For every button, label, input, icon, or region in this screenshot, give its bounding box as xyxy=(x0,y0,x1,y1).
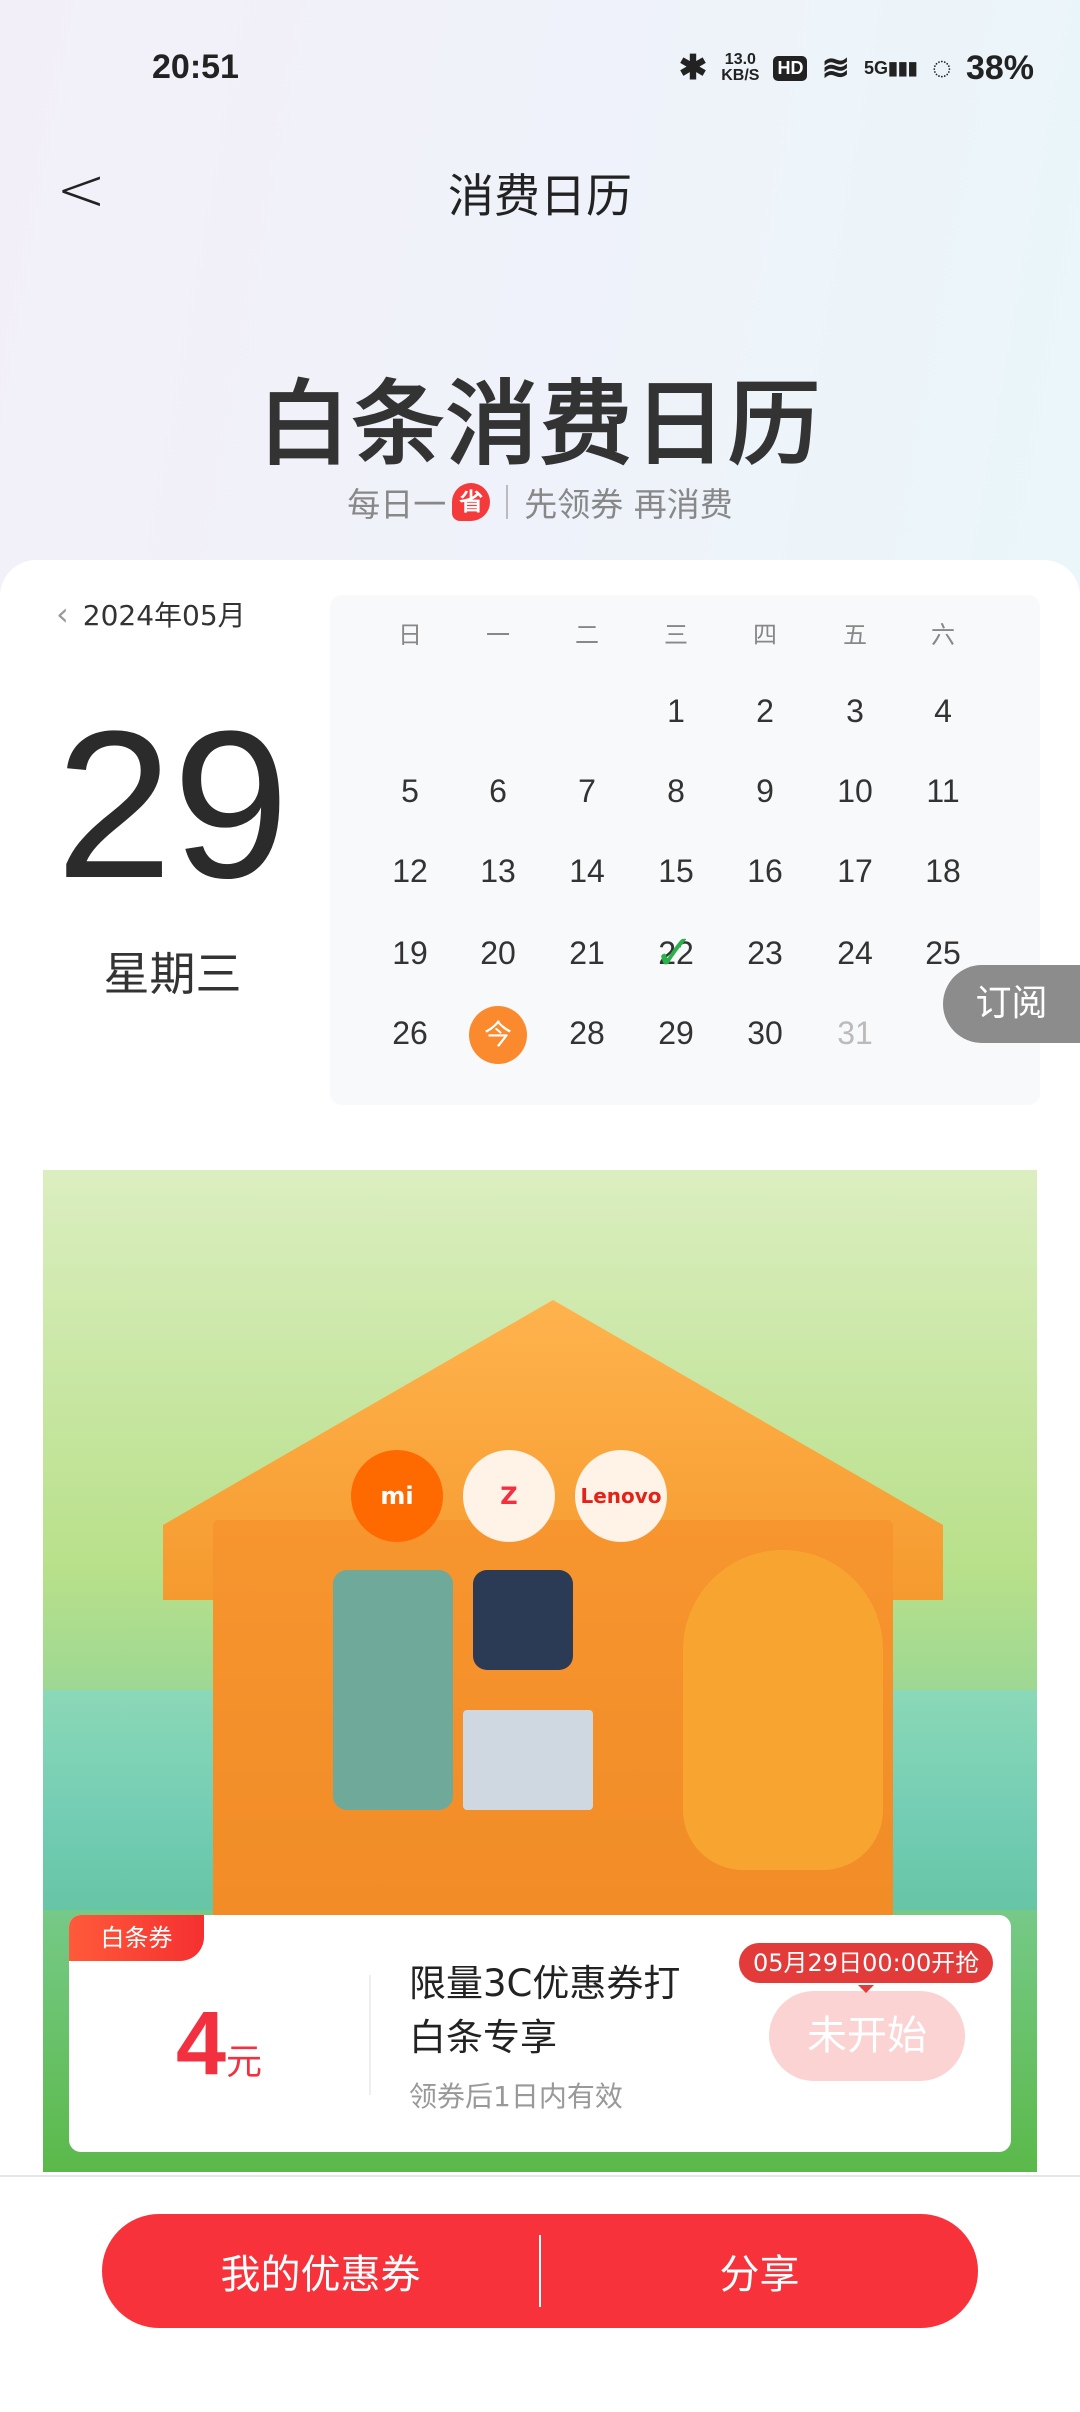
selected-day: 29 xyxy=(55,687,290,922)
calendar-day[interactable]: 28 xyxy=(547,1015,627,1052)
calendar-day[interactable]: 18 xyxy=(903,853,983,890)
wifi-icon: ≋ xyxy=(821,49,850,87)
calendar-day[interactable]: 30 xyxy=(725,1015,805,1052)
calendar-day[interactable]: 23 xyxy=(725,935,805,972)
weekday-header: 六 xyxy=(931,622,955,649)
weekday-header: 五 xyxy=(843,622,867,649)
calendar-day[interactable]: 5 xyxy=(370,773,450,810)
weekday-header: 四 xyxy=(753,622,777,649)
calendar-day[interactable]: 7 xyxy=(547,773,627,810)
calendar-day[interactable]: 6 xyxy=(458,773,538,810)
calendar-day[interactable]: 9 xyxy=(725,773,805,810)
calendar-day[interactable]: 20 xyxy=(458,935,538,972)
coupon-amount: 4元 xyxy=(175,1994,263,2094)
calendar-day[interactable]: 17 xyxy=(815,853,895,890)
subtitle-text: 每日一 xyxy=(347,485,447,524)
save-badge-icon: 省 xyxy=(452,483,491,521)
coupon-title: 限量3C优惠券打白条专享 xyxy=(409,1962,681,2059)
phone-product xyxy=(333,1570,453,1810)
month-selector[interactable]: ‹ 2024年05月 xyxy=(56,594,246,634)
mascot-duck xyxy=(683,1550,883,1870)
calendar-day[interactable]: 13 xyxy=(458,853,538,890)
hero-title: 白条消费日历 xyxy=(257,371,822,478)
status-time: 20:51 xyxy=(152,48,239,86)
selected-weekday: 星期三 xyxy=(103,947,242,1001)
calendar-day[interactable]: 10 xyxy=(815,773,895,810)
calendar-day[interactable]: 16 xyxy=(725,853,805,890)
coupon-validity: 领券后1日内有效 xyxy=(409,2080,623,2113)
coupon-card[interactable]: 白条券 4元 限量3C优惠券打白条专享 领券后1日内有效 未开始 05月29日0… xyxy=(69,1915,1011,2152)
divider xyxy=(369,1975,371,2095)
calendar-day[interactable]: 19 xyxy=(370,935,450,972)
calendar-day[interactable]: 4 xyxy=(903,693,983,730)
calendar-day[interactable]: 26 xyxy=(370,1015,450,1052)
calendar-day[interactable]: 8 xyxy=(636,773,716,810)
xiaomi-logo: mi xyxy=(351,1450,443,1542)
calendar-day-today[interactable]: 今 xyxy=(469,1006,527,1064)
calendar-grid: 日一二三四五六 1 2 3 4 5 6 7 8 9 10 11 12 13 14 15 16 17 18 19 20 21… xyxy=(330,595,1040,1105)
page-title: 消费日历 xyxy=(448,169,632,223)
subscribe-button[interactable]: 订阅 xyxy=(943,965,1080,1043)
start-time-bubble: 05月29日00:00开抢 xyxy=(739,1943,994,1993)
coupon-tag: 白条券 xyxy=(69,1915,204,1961)
calendar-day[interactable]: 11 xyxy=(903,773,983,810)
coupon-status-button[interactable]: 未开始 xyxy=(769,1991,965,2081)
brand-logo: Z xyxy=(463,1450,555,1542)
action-button-group: 我的优惠券 分享 xyxy=(102,2214,978,2328)
calendar-day[interactable]: 2 xyxy=(725,693,805,730)
share-button[interactable]: 分享 xyxy=(541,2242,978,2300)
hd-icon: HD xyxy=(773,55,808,81)
rice-cooker-product xyxy=(473,1570,573,1670)
bottom-bar: 我的优惠券 分享 xyxy=(0,2175,1080,2412)
lenovo-logo: Lenovo xyxy=(575,1450,667,1542)
divider xyxy=(506,485,509,519)
net-speed: 13.0 KB/S xyxy=(721,51,760,84)
calendar-day[interactable]: 3 xyxy=(815,693,895,730)
status-bar: 20:51 ✱ 13.0 KB/S HD ≋ 5G▮▮▮ ◌ 38% xyxy=(0,48,1080,92)
my-coupons-button[interactable]: 我的优惠券 xyxy=(102,2242,539,2300)
calendar-day[interactable]: 29 xyxy=(636,1015,716,1052)
weekday-header: 一 xyxy=(486,622,510,649)
calendar-day[interactable]: 21 xyxy=(547,935,627,972)
calendar-day[interactable]: 12 xyxy=(370,853,450,890)
battery-icon: ◌ xyxy=(931,48,952,87)
signal-icon: 5G▮▮▮ xyxy=(863,57,918,78)
calendar-day[interactable]: 15 xyxy=(636,853,716,890)
check-icon: ✓ xyxy=(654,925,695,981)
weekday-header: 三 xyxy=(664,622,688,649)
calendar-day[interactable]: 24 xyxy=(815,935,895,972)
calendar-day[interactable]: 1 xyxy=(636,693,716,730)
subtitle-text-2: 先领券 再消费 xyxy=(524,485,733,524)
chevron-left-icon[interactable]: ‹ xyxy=(56,595,69,633)
calendar-day[interactable]: 31 xyxy=(815,1015,895,1052)
laptop-product xyxy=(463,1710,593,1810)
calendar-day[interactable]: 14 xyxy=(547,853,627,890)
weekday-header: 日 xyxy=(398,622,422,649)
hero-subtitle: 每日一 省 先领券 再消费 xyxy=(0,478,1080,526)
promo-banner[interactable]: mi Z Lenovo 白条券 4元 限量3C优惠券打白条专享 领券后1日内有效… xyxy=(43,1170,1037,2172)
battery-level: 38% xyxy=(965,48,1034,87)
weekday-header: 二 xyxy=(575,622,599,649)
month-label: 2024年05月 xyxy=(82,599,246,632)
status-icons: ✱ 13.0 KB/S HD ≋ 5G▮▮▮ ◌ 38% xyxy=(679,48,1034,88)
bluetooth-icon: ✱ xyxy=(678,49,708,87)
